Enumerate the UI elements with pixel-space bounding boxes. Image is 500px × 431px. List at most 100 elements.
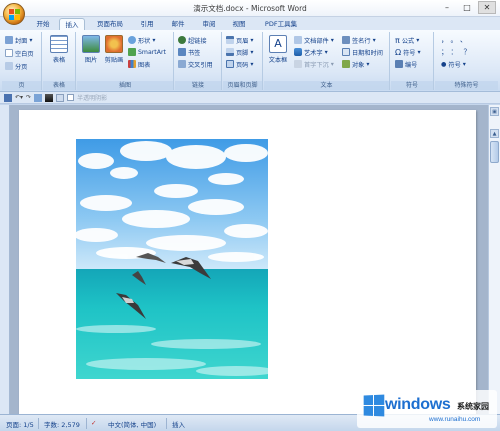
signature-line-label: 签名行 (352, 37, 371, 45)
redo-icon[interactable]: ↷ (26, 94, 31, 101)
clipart-label: 剪贴画 (104, 57, 124, 64)
blank-page-button[interactable]: 空白页 (5, 48, 34, 58)
office-logo-icon (9, 9, 20, 20)
symbol-label: 符号 (403, 49, 416, 57)
header-icon (226, 36, 234, 44)
status-language[interactable]: 中文(简体, 中国) (108, 419, 156, 429)
special-symbol-icon: ● (441, 60, 447, 68)
group-links-label: 链接 (175, 81, 221, 90)
vertical-ruler (0, 105, 10, 414)
group-text: A 文本框 文档部件 ▾ 艺术字 ▾ 首字下沉 ▾ 签名行 ▾ 日期和时间 对象 ▾ 文本 (264, 32, 390, 90)
tab-home[interactable]: 开始 (30, 18, 56, 30)
quickparts-label: 文档部件 (304, 37, 329, 45)
page-number-button[interactable]: 页码 ▾ (226, 59, 253, 69)
save-icon[interactable] (4, 93, 12, 102)
seagull-ocean-picture[interactable] (76, 139, 268, 379)
shadow-checkbox[interactable] (67, 94, 75, 101)
textbox-icon: A (269, 35, 287, 53)
office-button[interactable] (3, 3, 25, 25)
watermark-subtitle: 系统家园 (457, 402, 489, 411)
ruler-toggle-icon[interactable]: ▣ (490, 107, 499, 116)
close-icon[interactable]: ✕ (478, 1, 496, 14)
page-break-icon (5, 62, 13, 70)
bookmark-icon (178, 48, 186, 56)
equation-button[interactable]: π 公式 ▾ (395, 35, 419, 45)
page-number-label: 页码 (236, 61, 249, 69)
tab-view[interactable]: 视图 (226, 18, 252, 30)
signature-line-button[interactable]: 签名行 ▾ (342, 35, 376, 45)
status-words[interactable]: 字数: 2,579 (44, 419, 80, 429)
minimize-icon[interactable]: – (438, 1, 456, 14)
table-button[interactable]: 表格 (46, 35, 72, 64)
wordart-label: 艺术字 (304, 49, 323, 57)
table-label: 表格 (52, 57, 66, 64)
number-button[interactable]: 编号 (395, 59, 417, 69)
special-symbol-button[interactable]: ● 符号 ▾ (441, 59, 466, 69)
page-break-button[interactable]: 分页 (5, 61, 27, 71)
status-mode[interactable]: 插入 (172, 419, 185, 429)
tab-insert[interactable]: 插入 (59, 18, 85, 30)
header-button[interactable]: 页眉 ▾ (226, 35, 253, 45)
datetime-label: 日期和时间 (352, 49, 383, 57)
crossref-button[interactable]: 交叉引用 (178, 59, 213, 69)
wordart-icon (294, 48, 302, 56)
footer-button[interactable]: 页脚 ▾ (226, 47, 253, 57)
status-separator (166, 418, 167, 429)
page-break-label: 分页 (15, 63, 28, 71)
object-button[interactable]: 对象 ▾ (342, 59, 369, 69)
hyperlink-button[interactable]: 超链接 (178, 35, 207, 45)
group-pages-label: 页 (2, 81, 41, 90)
page-number-icon (226, 60, 234, 68)
smartart-button[interactable]: SmartArt (128, 47, 166, 57)
datetime-button[interactable]: 日期和时间 (342, 47, 383, 57)
tab-mailings[interactable]: 邮件 (165, 18, 191, 30)
dropcap-label: 首字下沉 (304, 61, 329, 69)
tab-references[interactable]: 引用 (134, 18, 160, 30)
scroll-thumb[interactable] (490, 141, 499, 163)
clipart-button[interactable]: 剪贴画 (101, 35, 127, 64)
undo-icon[interactable]: ↶▾ (15, 94, 23, 101)
textbox-button[interactable]: A 文本框 (265, 35, 291, 64)
status-separator (38, 418, 39, 429)
windows-logo-icon (363, 394, 386, 417)
cover-page-button[interactable]: 封面 ▾ (5, 35, 32, 45)
wordart-button[interactable]: 艺术字 ▾ (294, 47, 328, 57)
group-pages: 封面 ▾ 空白页 分页 页 (2, 32, 42, 90)
datetime-icon (342, 48, 350, 56)
group-header-footer: 页眉 ▾ 页脚 ▾ 页码 ▾ 页眉和页脚 (223, 32, 263, 90)
symbol-button[interactable]: Ω 符号 ▾ (395, 47, 421, 57)
vertical-scrollbar[interactable]: ▣ ▲ (488, 105, 500, 414)
dropcap-button[interactable]: 首字下沉 ▾ (294, 59, 334, 69)
line-color-icon[interactable] (45, 93, 54, 102)
seagull-ocean-image (76, 139, 268, 379)
watermark-title: windows (385, 396, 451, 413)
table-icon (50, 35, 68, 53)
shapes-button[interactable]: 形状 ▾ (128, 35, 155, 45)
cover-page-label: 封面 (15, 37, 28, 45)
tab-review[interactable]: 审阅 (196, 18, 222, 30)
equation-icon: π (395, 35, 400, 45)
edit-icon[interactable] (56, 93, 65, 102)
watermark-url: www.runaihu.com (429, 416, 481, 423)
tab-pdf-tools[interactable]: PDF工具集 (258, 18, 304, 30)
format-painter-icon[interactable] (34, 93, 43, 102)
chart-icon (128, 60, 136, 68)
hyperlink-icon (178, 36, 186, 44)
chart-label: 图表 (138, 61, 151, 69)
special-row-2[interactable]: ；：？ (441, 47, 477, 57)
group-special-symbols-label: 特殊符号 (435, 81, 498, 90)
maximize-icon[interactable]: □ (458, 1, 476, 14)
group-illustrations-label: 插图 (77, 81, 173, 90)
chart-button[interactable]: 图表 (128, 59, 150, 69)
watermark-logo: windows 系统家园 www.runaihu.com (357, 390, 497, 428)
quickparts-button[interactable]: 文档部件 ▾ (294, 35, 334, 45)
equation-label: 公式 (401, 37, 415, 45)
special-symbol-label: 符号 (448, 61, 461, 69)
spellcheck-icon[interactable]: ✓ (91, 419, 96, 427)
scroll-up-icon[interactable]: ▲ (490, 129, 499, 138)
special-row-1[interactable]: ，。、 (441, 35, 473, 45)
group-tables-label: 表格 (43, 81, 75, 90)
status-page[interactable]: 页面: 1/5 (6, 419, 34, 429)
tab-page-layout[interactable]: 页面布局 (90, 18, 130, 30)
bookmark-button[interactable]: 书签 (178, 47, 200, 57)
